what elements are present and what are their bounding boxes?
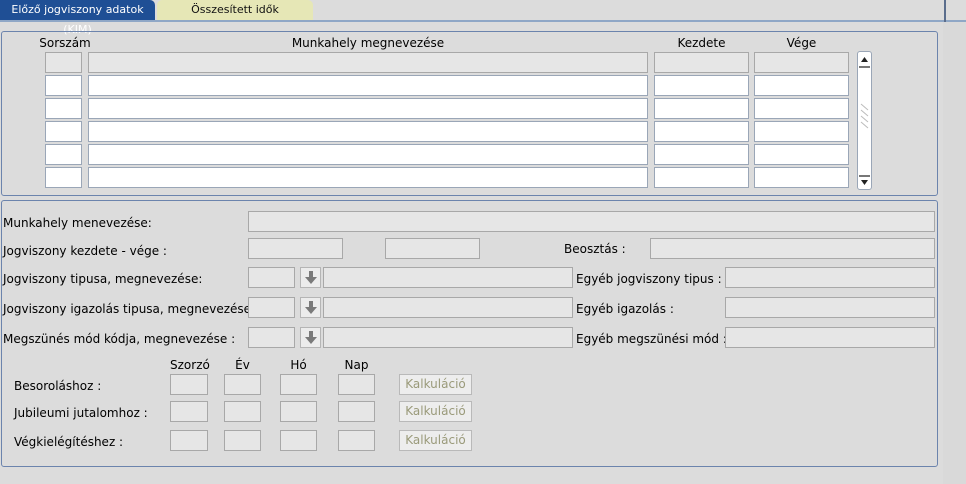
arrow-down-icon [305,271,317,284]
table-scrollbar[interactable] [857,51,872,190]
egyeb-jogviszony-field[interactable] [725,267,935,288]
table-scrollbar-graphic [859,57,870,185]
tab-osszesitett-idok[interactable]: Összesített idők [157,0,313,20]
jogviszony-tipus-name-field[interactable] [323,267,573,288]
table-row-5-munkahely-cell[interactable] [88,144,648,165]
right-divider [944,0,946,22]
table-row-3-vege-cell[interactable] [754,98,849,119]
scroll-down-icon [861,180,868,185]
table-row-1-sorszam-cell[interactable] [45,52,82,73]
table-row-5-kezdete-cell[interactable] [654,144,749,165]
calc-szorzo-field[interactable] [170,401,208,422]
arrow-down-icon [305,301,317,314]
calc-nap-field[interactable] [338,374,375,395]
table-row-1-kezdete-cell[interactable] [654,52,749,73]
jogviszony-tipus-code-field[interactable] [248,267,295,288]
kalkulacio-button[interactable]: Kalkuláció [399,430,472,451]
egyeb-megszunes-label: Egyéb megszünési mód : [576,332,727,346]
jogviszony-kezdete-vege-label: Jogviszony kezdete - vége : [3,244,167,258]
munkahely-field[interactable] [248,211,935,232]
igazolas-tipus-name-field[interactable] [323,297,573,318]
beosztas-field[interactable] [650,238,935,259]
megszunes-mod-label: Megszünés mód kódja, megnevezése : [3,332,236,346]
calc-szorzo-field[interactable] [170,374,208,395]
arrow-down-icon [305,331,317,344]
col-header-vege: Vége [786,36,817,50]
table-row-2-munkahely-cell[interactable] [88,75,648,96]
table-row-6-kezdete-cell[interactable] [654,167,749,188]
megszunes-mod-dropdown-button[interactable] [300,327,321,348]
megszunes-mod-name-field[interactable] [323,327,573,348]
calc-szorzo-field[interactable] [170,430,208,451]
nap-header: Nap [344,358,369,372]
table-row-1-munkahely-cell[interactable] [88,52,648,73]
col-header-munkahely: Munkahely megnevezése [291,36,445,50]
calc-ev-field[interactable] [224,430,261,451]
jogviszony-kezdete-field[interactable] [248,238,343,259]
calc-ho-field[interactable] [280,430,317,451]
table-row-4-munkahely-cell[interactable] [88,121,648,142]
calc-row-label: Végkielégítéshez : [14,435,124,449]
calc-row-label: Besoroláshoz : [14,379,102,393]
egyeb-igazolas-label: Egyéb igazolás : [576,302,674,316]
table-row-2-vege-cell[interactable] [754,75,849,96]
jogviszony-tipus-label: Jogviszony tipusa, megnevezése: [3,272,203,286]
tab-elozo-jogviszony[interactable]: Előző jogviszony adatok (KIM) [0,0,155,36]
calc-ev-field[interactable] [224,374,261,395]
ev-header: Év [235,358,250,372]
table-row-3-sorszam-cell[interactable] [45,98,82,119]
table-row-2-sorszam-cell[interactable] [45,75,82,96]
megszunes-mod-code-field[interactable] [248,327,295,348]
kalkulacio-button[interactable]: Kalkuláció [399,374,472,395]
page-scrollbar[interactable] [943,22,966,484]
table-row-3-kezdete-cell[interactable] [654,98,749,119]
beosztas-label: Beosztás : [564,242,626,256]
igazolas-tipus-label: Jogviszony igazolás tipusa, megnevezése: [3,302,256,316]
table-row-1-vege-cell[interactable] [754,52,849,73]
table-row-2-kezdete-cell[interactable] [654,75,749,96]
table-row-6-sorszam-cell[interactable] [45,167,82,188]
table-row-4-vege-cell[interactable] [754,121,849,142]
kalkulacio-button[interactable]: Kalkuláció [399,401,472,422]
egyeb-jogviszony-label: Egyéb jogviszony tipus : [576,272,722,286]
table-row-5-sorszam-cell[interactable] [45,144,82,165]
jogviszony-vege-field[interactable] [385,238,480,259]
table-row-4-sorszam-cell[interactable] [45,121,82,142]
tab-underline [0,20,966,22]
table-row-3-munkahely-cell[interactable] [88,98,648,119]
table-row-5-vege-cell[interactable] [754,144,849,165]
col-header-kezdete: Kezdete [677,36,726,50]
jogviszony-tipus-dropdown-button[interactable] [300,267,321,288]
munkahely-label: Munkahely menevezése: [3,216,152,230]
egyeb-megszunes-field[interactable] [725,327,935,348]
calc-row-label: Jubileumi jutalomhoz : [14,406,148,420]
scroll-up-icon [861,57,868,62]
ho-header: Hó [290,358,307,372]
calc-ho-field[interactable] [280,374,317,395]
szorzo-header: Szorzó [170,358,210,372]
calc-nap-field[interactable] [338,401,375,422]
calc-ev-field[interactable] [224,401,261,422]
calc-ho-field[interactable] [280,401,317,422]
calc-nap-field[interactable] [338,430,375,451]
table-row-6-munkahely-cell[interactable] [88,167,648,188]
egyeb-igazolas-field[interactable] [725,297,935,318]
col-header-sorszam: Sorszám [39,36,91,50]
table-row-6-vege-cell[interactable] [754,167,849,188]
table-row-4-kezdete-cell[interactable] [654,121,749,142]
igazolas-tipus-code-field[interactable] [248,297,295,318]
igazolas-tipus-dropdown-button[interactable] [300,297,321,318]
